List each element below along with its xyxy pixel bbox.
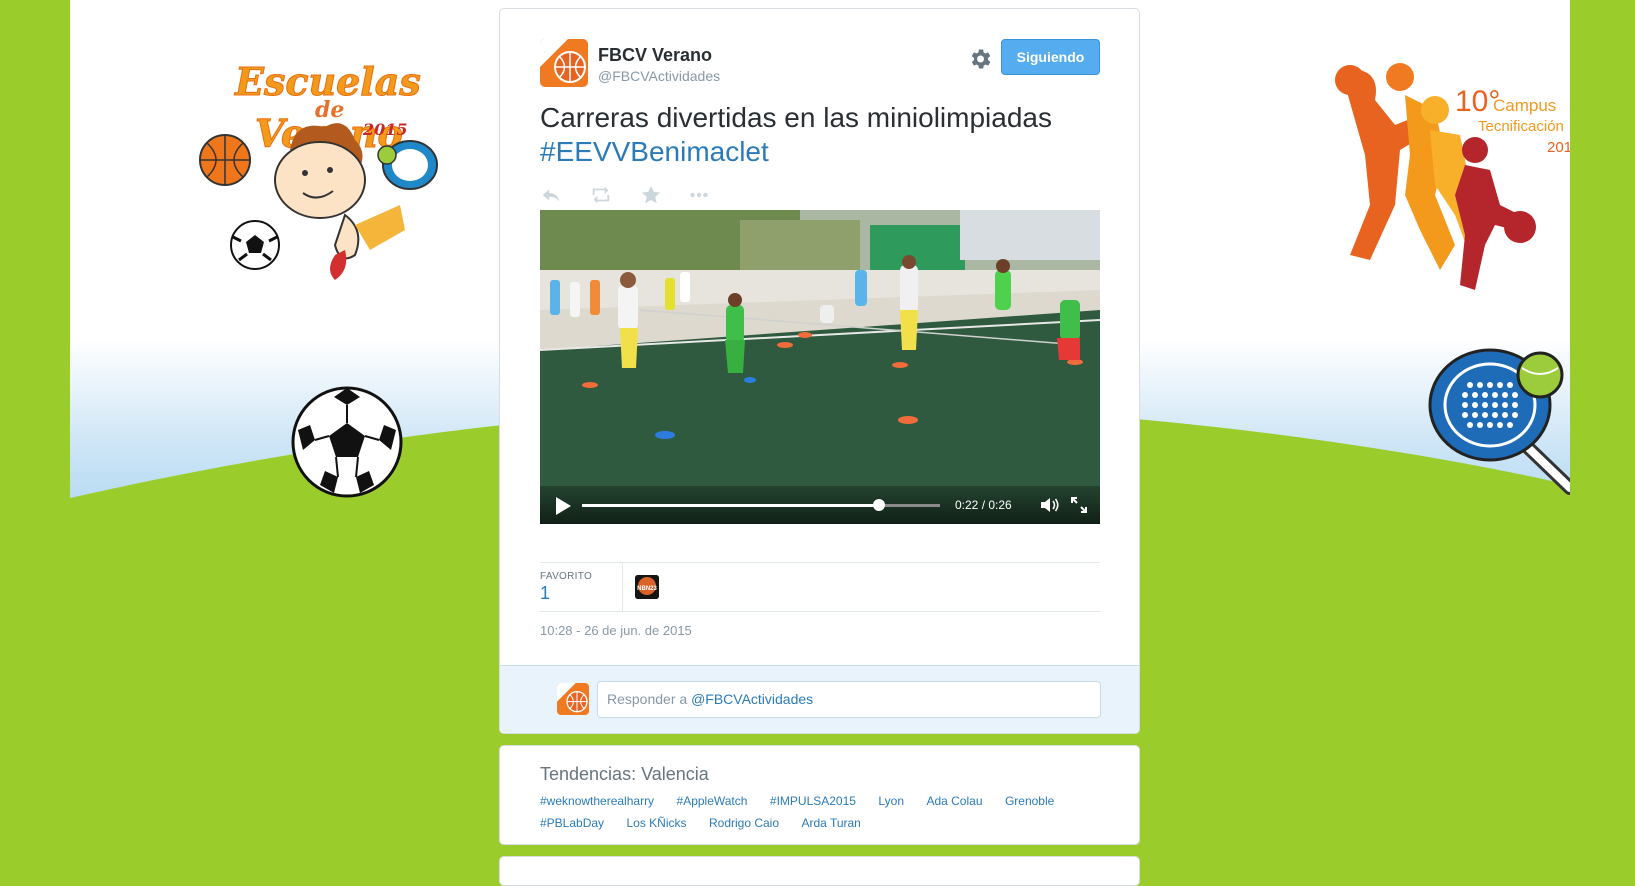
fullscreen-icon[interactable]	[1070, 496, 1088, 514]
campus-year: 2015	[1547, 139, 1570, 156]
video-controls: 0:22 / 0:26	[540, 486, 1100, 524]
video-progress-bar[interactable]	[582, 499, 940, 511]
fbcv-logo-icon	[540, 39, 588, 87]
tweet-stats: FAVORITO 1 NBN23	[540, 562, 1100, 612]
reply-avatar	[557, 683, 589, 715]
reply-placeholder-prefix: Responder a	[607, 691, 692, 707]
fbcv-logo-small-icon	[557, 683, 589, 715]
trend-item[interactable]: #PBLabDay	[540, 816, 604, 830]
trend-item[interactable]: Los KÑicks	[627, 816, 687, 830]
padel-racket-icon	[377, 140, 438, 190]
basketball-icon	[199, 134, 251, 186]
trends-title: Tendencias: Valencia	[540, 764, 709, 784]
trends-list: #weknowtherealharry #AppleWatch #IMPULSA…	[540, 792, 1100, 836]
logo-year: 2015	[362, 120, 408, 139]
nbn-logo-text: NBN23	[637, 586, 657, 592]
padel-racket-ball-icon	[1428, 348, 1570, 495]
trend-item[interactable]: Ada Colau	[926, 794, 982, 808]
favoriter-avatar[interactable]: NBN23	[635, 575, 659, 599]
reply-placeholder-mention: @FBCVActividades	[691, 691, 814, 707]
author-name[interactable]: FBCV Verano	[598, 45, 712, 66]
campus-word: Campus	[1493, 96, 1556, 115]
volume-icon[interactable]	[1040, 496, 1060, 514]
trend-item[interactable]: #AppleWatch	[677, 794, 748, 808]
escuelas-de-verano-logo: Escuelas de Verano 2015	[199, 59, 438, 280]
small-soccer-ball-icon	[230, 220, 280, 270]
trend-item[interactable]: #weknowtherealharry	[540, 794, 654, 808]
following-button[interactable]: Siguiendo	[1001, 39, 1100, 75]
tweet-text: Carreras divertidas en las miniolimpiada…	[540, 101, 1100, 169]
author-handle[interactable]: @FBCVActividades	[598, 68, 720, 84]
reply-icon[interactable]	[540, 184, 562, 206]
stats-divider	[622, 563, 623, 611]
video-progress-fill	[582, 504, 880, 507]
trend-item[interactable]: Grenoble	[1005, 794, 1054, 808]
trends-card: Tendencias: Valencia #weknowtherealharry…	[499, 745, 1140, 845]
author-avatar[interactable]	[540, 39, 588, 87]
more-icon[interactable]	[688, 184, 710, 206]
video-frame-image	[540, 210, 1100, 524]
favorite-icon[interactable]	[640, 184, 662, 206]
favorites-count[interactable]: 1	[540, 583, 550, 604]
trend-item[interactable]: Lyon	[878, 794, 904, 808]
reply-bar: Responder a @FBCVActividades	[500, 665, 1139, 733]
retweet-icon[interactable]	[590, 184, 612, 206]
trend-item[interactable]: #IMPULSA2015	[770, 794, 856, 808]
tweet-timestamp[interactable]: 10:28 - 26 de jun. de 2015	[540, 623, 692, 638]
gear-icon[interactable]	[967, 46, 993, 72]
favorites-label: FAVORITO	[540, 571, 593, 582]
video-player[interactable]: 0:22 / 0:26	[540, 210, 1100, 524]
tweet-body: Carreras divertidas en las miniolimpiada…	[540, 102, 1052, 133]
trend-item[interactable]: Arda Turan	[801, 816, 860, 830]
play-icon[interactable]	[554, 496, 572, 516]
soccer-ball-icon	[291, 386, 403, 498]
video-progress-handle[interactable]	[873, 499, 886, 511]
trend-item[interactable]: Rodrigo Caio	[709, 816, 779, 830]
next-module-card	[499, 856, 1140, 886]
nbn-logo-icon: NBN23	[635, 575, 659, 599]
tweet-hashtag-link[interactable]: #EEVVBenimaclet	[540, 136, 769, 167]
reply-input[interactable]: Responder a @FBCVActividades	[597, 681, 1101, 718]
tweet-card: FBCV Verano @FBCVActividades Siguiendo C…	[499, 8, 1140, 734]
campus-subtitle: Tecnificación	[1478, 118, 1564, 135]
campus-tecnificacion-logo: 10° Campus Tecnificación 2015	[1335, 63, 1570, 290]
video-time: 0:22 / 0:26	[955, 498, 1012, 512]
